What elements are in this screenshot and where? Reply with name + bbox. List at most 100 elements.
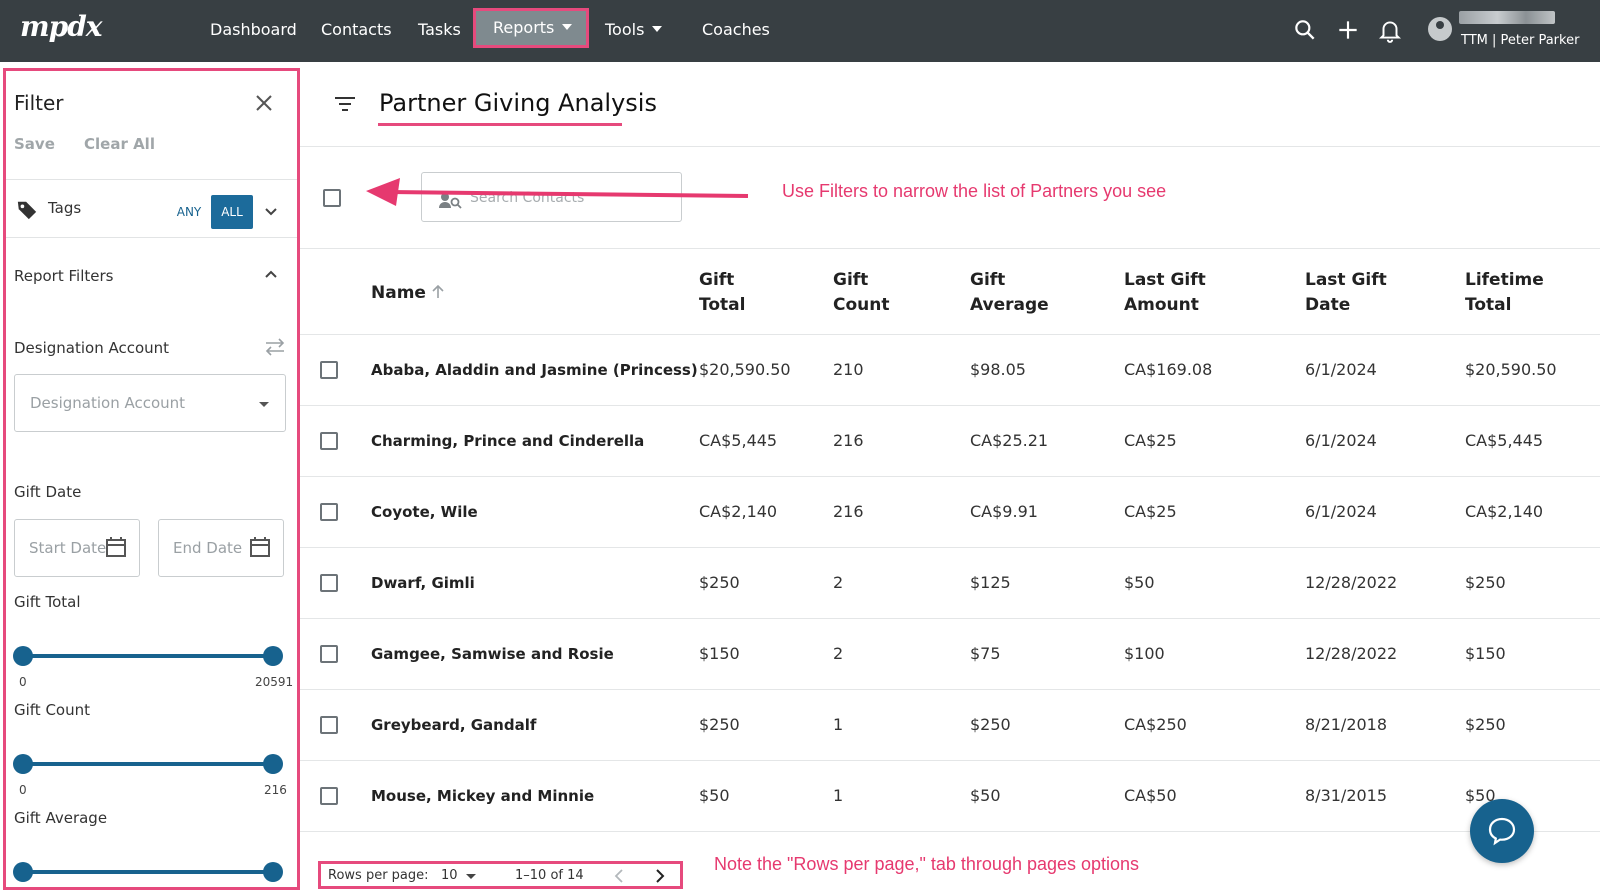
all-toggle[interactable]: ALL bbox=[211, 195, 253, 229]
save-button[interactable]: Save bbox=[14, 135, 55, 153]
nav-reports[interactable]: Reports bbox=[473, 8, 589, 48]
end-date-placeholder: End Date bbox=[173, 539, 243, 557]
clear-all-button[interactable]: Clear All bbox=[84, 135, 155, 153]
gift-total-cell: CA$2,140 bbox=[699, 502, 778, 521]
row-checkbox[interactable] bbox=[320, 716, 338, 734]
contact-name-link[interactable]: Mouse, Mickey and Minnie bbox=[371, 787, 594, 805]
close-icon[interactable] bbox=[254, 93, 274, 113]
help-chat-button[interactable] bbox=[1470, 799, 1534, 863]
table-row[interactable]: Charming, Prince and Cinderella CA$5,445… bbox=[300, 406, 1600, 477]
column-header-name[interactable]: Name bbox=[371, 281, 444, 306]
column-header-gift-average[interactable]: Gift Average bbox=[970, 268, 1049, 318]
calendar-icon[interactable] bbox=[249, 536, 271, 558]
row-checkbox[interactable] bbox=[320, 574, 338, 592]
table-row[interactable]: Mouse, Mickey and Minnie $50 1 $50 CA$50… bbox=[300, 761, 1600, 832]
table-row[interactable]: Ababa, Aladdin and Jasmine (Princess) $2… bbox=[300, 335, 1600, 406]
table-row[interactable]: Greybeard, Gandalf $250 1 $250 CA$250 8/… bbox=[300, 690, 1600, 761]
filter-list-icon[interactable] bbox=[334, 95, 356, 113]
nav-coaches[interactable]: Coaches bbox=[702, 18, 770, 42]
gift-count-slider-track[interactable] bbox=[23, 762, 273, 766]
page-title: Partner Giving Analysis bbox=[379, 89, 657, 117]
any-toggle[interactable]: ANY bbox=[171, 196, 207, 228]
gift-count-cell: 1 bbox=[833, 786, 844, 805]
user-label[interactable]: TTM | Peter Parker bbox=[1461, 33, 1579, 48]
row-checkbox[interactable] bbox=[320, 645, 338, 663]
gift-total-cell: $250 bbox=[699, 573, 740, 592]
report-filters-label[interactable]: Report Filters bbox=[14, 267, 113, 285]
gift-average-slider-track[interactable] bbox=[23, 870, 273, 874]
gift-total-slider-track[interactable] bbox=[23, 654, 273, 658]
search-icon[interactable] bbox=[1292, 17, 1318, 43]
contact-name-link[interactable]: Gamgee, Samwise and Rosie bbox=[371, 645, 614, 663]
rows-per-page-select[interactable]: 10 bbox=[441, 868, 458, 883]
lifetime-total-cell: $20,590.50 bbox=[1465, 360, 1557, 379]
mpdx-logo[interactable]: mpdx bbox=[20, 10, 102, 43]
rows-per-page-label: Rows per page: bbox=[328, 868, 429, 883]
gift-total-cell: $50 bbox=[699, 786, 730, 805]
gift-total-min-thumb[interactable] bbox=[13, 646, 33, 666]
column-header-lifetime-total[interactable]: Lifetime Total bbox=[1465, 268, 1544, 318]
gift-count-min-thumb[interactable] bbox=[13, 754, 33, 774]
gift-count-cell: 1 bbox=[833, 715, 844, 734]
contact-name-link[interactable]: Dwarf, Gimli bbox=[371, 574, 475, 592]
lifetime-total-cell: $150 bbox=[1465, 644, 1506, 663]
contact-name-link[interactable]: Ababa, Aladdin and Jasmine (Princess) bbox=[371, 361, 698, 379]
annotation-filters: Use Filters to narrow the list of Partne… bbox=[782, 181, 1167, 201]
table-row[interactable]: Gamgee, Samwise and Rosie $150 2 $75 $10… bbox=[300, 619, 1600, 690]
column-header-line: Average bbox=[970, 295, 1049, 315]
gift-average-min-thumb[interactable] bbox=[13, 862, 33, 882]
last-gift-date-cell: 8/31/2015 bbox=[1305, 786, 1388, 805]
nav-dashboard[interactable]: Dashboard bbox=[210, 18, 297, 42]
gift-average-max-thumb[interactable] bbox=[263, 862, 283, 882]
nav-tools[interactable]: Tools bbox=[605, 18, 663, 42]
row-checkbox[interactable] bbox=[320, 361, 338, 379]
top-nav: mpdx Dashboard Contacts Tasks Reports To… bbox=[0, 0, 1600, 62]
column-header-gift-total[interactable]: Gift Total bbox=[699, 268, 745, 318]
gift-total-cell: CA$5,445 bbox=[699, 431, 778, 450]
gift-total-cell: $20,590.50 bbox=[699, 360, 791, 379]
contact-name-link[interactable]: Greybeard, Gandalf bbox=[371, 716, 536, 734]
divider bbox=[300, 146, 1600, 147]
contact-name-link[interactable]: Coyote, Wile bbox=[371, 503, 478, 521]
end-date-field[interactable]: End Date bbox=[158, 519, 284, 577]
next-page-icon[interactable] bbox=[651, 868, 667, 884]
bell-icon[interactable] bbox=[1377, 17, 1403, 43]
row-checkbox[interactable] bbox=[320, 503, 338, 521]
nav-contacts[interactable]: Contacts bbox=[321, 18, 392, 42]
pagination-range: 1–10 of 14 bbox=[515, 868, 584, 883]
contact-name-link[interactable]: Charming, Prince and Cinderella bbox=[371, 432, 644, 450]
chevron-up-icon[interactable] bbox=[264, 267, 278, 281]
column-header-line: Gift bbox=[970, 270, 1006, 290]
column-header-last-gift-amount[interactable]: Last Gift Amount bbox=[1124, 268, 1206, 318]
previous-page-icon[interactable] bbox=[612, 868, 628, 884]
swap-icon[interactable] bbox=[264, 337, 286, 357]
plus-icon[interactable] bbox=[1335, 17, 1361, 43]
annotation-arrow bbox=[366, 178, 749, 206]
blurred-account-name bbox=[1459, 11, 1555, 24]
row-checkbox[interactable] bbox=[320, 787, 338, 805]
column-header-line: Lifetime bbox=[1465, 270, 1544, 290]
divider bbox=[6, 237, 297, 238]
chevron-down-icon[interactable] bbox=[264, 205, 278, 219]
gift-average-cell: $98.05 bbox=[970, 360, 1026, 379]
row-checkbox[interactable] bbox=[320, 432, 338, 450]
designation-account-select[interactable]: Designation Account bbox=[14, 374, 286, 432]
nav-tasks[interactable]: Tasks bbox=[418, 18, 461, 42]
table-row[interactable]: Coyote, Wile CA$2,140 216 CA$9.91 CA$25 … bbox=[300, 477, 1600, 548]
gift-average-cell: $125 bbox=[970, 573, 1011, 592]
caret-down-icon[interactable] bbox=[466, 874, 476, 879]
column-header-line: Last Gift bbox=[1305, 270, 1387, 290]
gift-count-max-thumb[interactable] bbox=[263, 754, 283, 774]
select-all-checkbox[interactable] bbox=[323, 189, 341, 207]
start-date-field[interactable]: Start Date bbox=[14, 519, 140, 577]
lifetime-total-cell: $250 bbox=[1465, 715, 1506, 734]
column-header-gift-count[interactable]: Gift Count bbox=[833, 268, 890, 318]
table-row[interactable]: Dwarf, Gimli $250 2 $125 $50 12/28/2022 … bbox=[300, 548, 1600, 619]
gift-total-max-thumb[interactable] bbox=[263, 646, 283, 666]
account-icon[interactable] bbox=[1428, 17, 1452, 41]
calendar-icon[interactable] bbox=[105, 536, 127, 558]
column-header-last-gift-date[interactable]: Last Gift Date bbox=[1305, 268, 1387, 318]
last-gift-date-cell: 6/1/2024 bbox=[1305, 431, 1377, 450]
nav-reports-label: Reports bbox=[493, 18, 555, 37]
sort-up-icon[interactable] bbox=[432, 284, 444, 299]
